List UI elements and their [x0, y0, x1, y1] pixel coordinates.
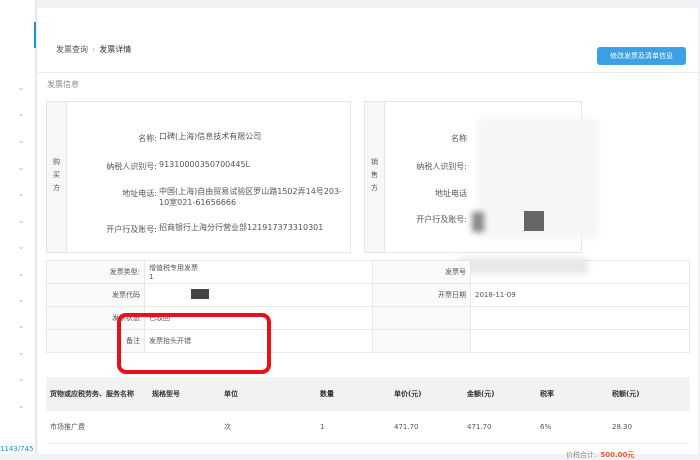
invoice-date-value: 2018-11-09	[470, 283, 690, 307]
empty-cell	[372, 329, 471, 353]
chevron-down-icon[interactable]: ⌄	[17, 402, 25, 411]
invoice-date-label: 开票日期	[372, 283, 471, 307]
breadcrumb-parent-link[interactable]: 发票查询	[56, 45, 88, 54]
chevron-down-icon[interactable]: ⌄	[17, 217, 25, 226]
seller-name-label: 名称	[451, 134, 467, 143]
goods-header-cell: 单价(元)	[394, 390, 422, 398]
chevron-down-icon[interactable]: ⌄	[17, 349, 25, 358]
invoice-number-label: 发票号	[372, 260, 471, 284]
chevron-down-icon[interactable]: ⌄	[17, 190, 25, 199]
goods-header-cell: 货物或应税劳务、服务名称	[50, 390, 134, 398]
chevron-down-icon[interactable]: ⌄	[17, 110, 25, 119]
main-panel: 发票查询 › 发票详情 修改发票及清单信息 发票信息 购买方 名称: 口碑(上海)信…	[38, 8, 698, 459]
buyer-addr-value: 中国(上海)自由贸易试验区罗山路1502弄14号203-10室021-61656…	[159, 187, 342, 207]
goods-header-cell: 规格型号	[152, 390, 180, 398]
buyer-tax-value: 91310000350700445L	[159, 160, 250, 169]
chevron-down-icon[interactable]: ⌄	[17, 84, 25, 93]
goods-table-header: 货物或应税劳务、服务名称 规格型号 单位 数量 单价(元) 金额(元) 税率 税…	[46, 377, 690, 411]
buyer-panel: 购买方 名称: 口碑(上海)信息技术有限公司 纳税人识别号: 913100003…	[46, 101, 351, 253]
seller-bank-label: 开户行及账号:	[416, 215, 467, 224]
buyer-bank-label: 开户行及账号:	[106, 225, 157, 234]
buyer-name-label: 名称:	[138, 134, 157, 143]
empty-cell	[470, 329, 690, 353]
sidebar-active-indicator	[34, 22, 36, 48]
buyer-addr-label: 地址电话:	[122, 189, 157, 198]
seller-tax-label: 纳税人识别号:	[416, 162, 467, 171]
goods-header-cell: 税额(元)	[612, 390, 640, 398]
chevron-down-icon[interactable]: ⌄	[17, 137, 25, 146]
total-amount: 价税合计: 500.00元	[566, 451, 635, 459]
invoice-type-value: 增值税专用发票 1	[144, 260, 373, 284]
sidebar: ⌄ ⌄ ⌄ ⌄ ⌄ ⌄ ⌄ ⌄ ⌄ ⌄ ⌄ ⌄ ⌄ 1143/745	[0, 0, 36, 454]
goods-header-cell: 税率	[540, 390, 554, 398]
redacted-mark	[472, 212, 484, 232]
goods-cell: 次	[224, 423, 231, 431]
breadcrumb-current: 发票详情	[99, 45, 132, 54]
breadcrumb: 发票查询 › 发票详情	[56, 44, 131, 55]
section-title: 发票信息	[47, 80, 79, 89]
goods-cell: 市场推广费	[50, 423, 85, 431]
goods-header-cell: 数量	[320, 390, 334, 398]
chevron-down-icon[interactable]: ⌄	[17, 375, 25, 384]
chevron-down-icon[interactable]: ⌄	[17, 270, 25, 279]
edit-invoice-button[interactable]: 修改发票及清单信息	[597, 47, 686, 65]
breadcrumb-separator: ›	[92, 45, 96, 54]
goods-cell: 1	[320, 423, 325, 431]
invoice-code-value	[144, 283, 373, 307]
goods-cell: 471.70	[467, 423, 492, 431]
goods-header-cell: 单位	[224, 390, 238, 398]
goods-cell: 471.70	[394, 423, 419, 431]
empty-cell	[372, 306, 471, 330]
goods-cell: 28.30	[612, 423, 633, 431]
invoice-code-label: 发票代码	[46, 283, 145, 307]
buyer-tax-label: 纳税人识别号:	[106, 162, 157, 171]
empty-cell	[470, 306, 690, 330]
seller-addr-label: 地址电话	[435, 189, 467, 198]
buyer-bank-value: 招商银行上海分行营业部121917373310301	[159, 223, 324, 232]
seller-side-label: 销售方	[365, 102, 385, 252]
pager-text: 1143/745	[0, 445, 34, 453]
red-annotation-outline	[117, 313, 271, 374]
invoice-number-value	[470, 260, 690, 284]
chevron-down-icon[interactable]: ⌄	[17, 296, 25, 305]
buyer-side-label: 购买方	[47, 102, 67, 252]
chevron-down-icon[interactable]: ⌄	[17, 164, 25, 173]
redacted-mark	[191, 289, 209, 299]
chevron-down-icon[interactable]: ⌄	[17, 322, 25, 331]
buyer-name-value: 口碑(上海)信息技术有限公司	[159, 132, 262, 141]
chevron-down-icon[interactable]: ⌄	[17, 243, 25, 252]
header-divider	[38, 72, 698, 73]
invoice-type-label: 发票类型:	[46, 260, 145, 284]
goods-header-cell: 金额(元)	[467, 390, 495, 398]
goods-cell: 6%	[540, 423, 552, 431]
table-row: 市场推广费 次 1 471.70 471.70 6% 28.30	[46, 411, 690, 444]
redacted-mark	[524, 211, 544, 231]
